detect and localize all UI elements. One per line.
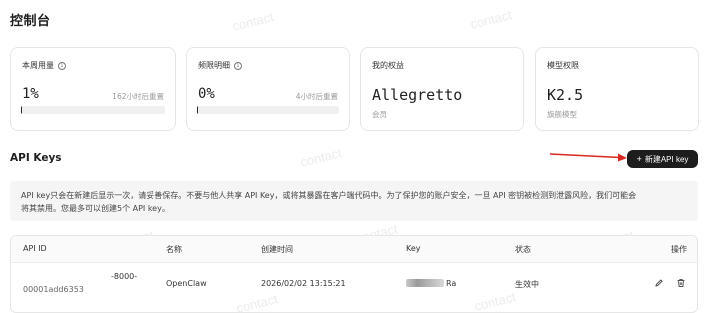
column-header-key: Key (406, 244, 421, 253)
column-header-actions: 操作 (671, 245, 687, 254)
card-label: 频限明细 i (198, 60, 242, 71)
info-icon[interactable]: i (58, 61, 66, 70)
rate-limit-value: 0% (198, 86, 215, 102)
annotation-arrow-icon (549, 153, 627, 162)
trash-icon[interactable] (676, 278, 686, 288)
table-header: API ID 名称 创建时间 Key 状态 操作 (11, 236, 697, 263)
rate-limit-progress-fill (197, 106, 199, 114)
api-id-part-2: 00001add6353 (23, 285, 84, 294)
key-name: OpenClaw (166, 279, 207, 288)
watermark: contact (230, 9, 276, 34)
benefits-card: 我的权益 Allegretto 会员 (360, 47, 524, 131)
column-header-name: 名称 (166, 245, 182, 254)
new-api-key-button[interactable]: + 新建API key (627, 150, 698, 168)
model-permission-label: 模型权限 (547, 61, 579, 70)
model-value: K2.5 (547, 86, 584, 104)
key-suffix: Ra (446, 279, 457, 288)
model-sub: 旗舰模型 (547, 110, 577, 119)
api-keys-table: API ID 名称 创建时间 Key 状态 操作 -8000- 00001add… (10, 235, 698, 313)
info-icon[interactable]: i (234, 61, 242, 70)
rate-limit-reset-text: 4小时后重置 (295, 92, 338, 101)
column-header-created: 创建时间 (261, 245, 293, 254)
weekly-usage-value: 1% (22, 86, 39, 102)
api-keys-title: API Keys (10, 152, 62, 164)
rate-limit-label: 频限明细 (198, 61, 230, 70)
membership-value: Allegretto (372, 86, 463, 104)
weekly-usage-card: 本周用量 i 1% 162小时后重置 (10, 47, 176, 131)
watermark: contact (468, 7, 514, 32)
new-api-key-label: 新建API key (644, 154, 689, 164)
api-id-part-1: -8000- (111, 272, 138, 281)
model-permission-card: 模型权限 K2.5 旗舰模型 (535, 47, 699, 131)
api-key-notice: API key只会在新建后显示一次，请妥善保存。不要与他人共享 API Key，… (10, 181, 698, 221)
card-label: 本周用量 i (22, 60, 66, 71)
card-label: 模型权限 (547, 60, 579, 71)
created-time: 2026/02/02 13:15:21 (261, 279, 346, 288)
weekly-usage-progress-fill (21, 106, 23, 114)
notice-line-2: 将其禁用。您最多可以创建5个 API key。 (21, 204, 170, 213)
rate-limit-progress (197, 106, 339, 114)
column-header-status: 状态 (515, 245, 531, 254)
column-header-id: API ID (23, 244, 47, 253)
status-text: 生效中 (515, 280, 539, 289)
watermark: contact (298, 145, 344, 170)
benefits-label: 我的权益 (372, 61, 404, 70)
weekly-usage-label: 本周用量 (22, 61, 54, 70)
weekly-reset-text: 162小时后重置 (112, 92, 164, 101)
notice-line-1: API key只会在新建后显示一次，请妥善保存。不要与他人共享 API Key，… (21, 191, 637, 200)
edit-icon[interactable] (654, 278, 664, 288)
plus-icon: + (636, 153, 642, 164)
masked-key (406, 279, 444, 287)
membership-sub: 会员 (372, 110, 387, 119)
weekly-usage-progress (21, 106, 165, 114)
page-title: 控制台 (10, 14, 51, 29)
rate-limit-card: 频限明细 i 0% 4小时后重置 (186, 47, 350, 131)
card-label: 我的权益 (372, 60, 404, 71)
